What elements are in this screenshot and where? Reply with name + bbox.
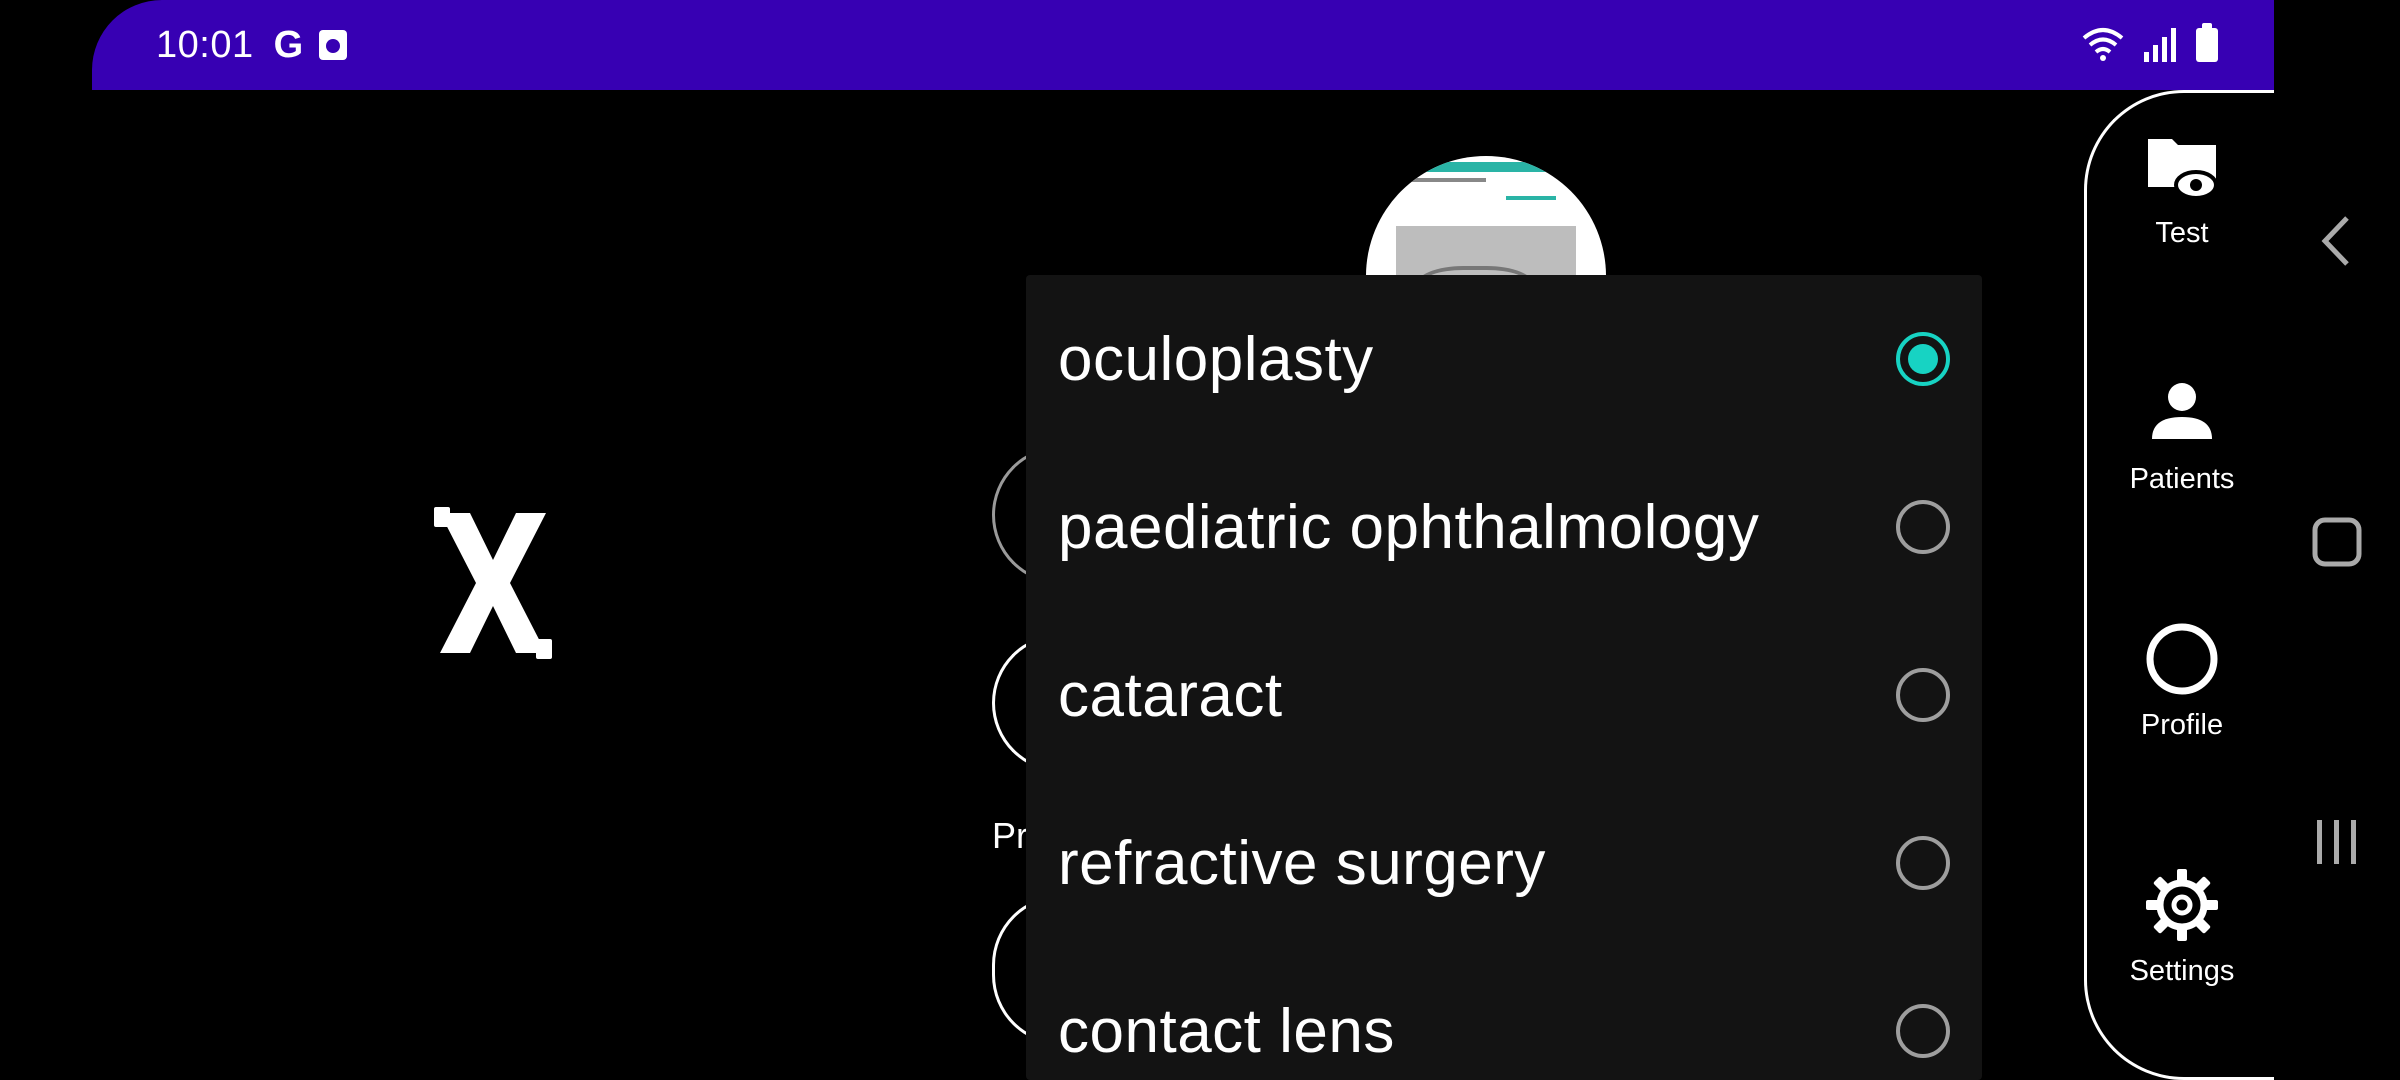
radio-unselected-icon[interactable]	[1896, 668, 1950, 722]
calendar-icon	[319, 30, 348, 60]
gear-icon	[2146, 869, 2218, 941]
nav-label: Profile	[2140, 709, 2224, 741]
option-contact-lens[interactable]: contact lens	[1026, 947, 1982, 1080]
option-label: paediatric ophthalmology	[1058, 492, 1760, 562]
back-button[interactable]	[2274, 214, 2400, 268]
option-oculoplasty[interactable]: oculoplasty	[1026, 275, 1982, 443]
nav-item-patients[interactable]: Patients	[2087, 375, 2277, 496]
specialty-dropdown: oculoplasty paediatric ophthalmology cat…	[1026, 275, 1982, 1080]
option-refractive-surgery[interactable]: refractive surgery	[1026, 779, 1982, 947]
screen: 10:01 G Pr oculoplasty paediatric ophtha…	[0, 0, 2400, 1080]
option-label: refractive surgery	[1058, 828, 1546, 898]
nav-label: Test	[2155, 217, 2209, 249]
radio-unselected-icon[interactable]	[1896, 500, 1950, 554]
option-label: cataract	[1058, 660, 1283, 730]
nav-label: Settings	[2129, 955, 2235, 987]
back-icon	[2321, 216, 2349, 266]
option-paediatric-ophthalmology[interactable]: paediatric ophthalmology	[1026, 443, 1982, 611]
nav-item-profile[interactable]: Profile	[2087, 621, 2277, 742]
image-text-line	[1406, 178, 1486, 182]
nav-label: Patients	[2129, 463, 2235, 495]
radio-selected-icon[interactable]	[1896, 332, 1950, 386]
wifi-icon	[2082, 28, 2124, 61]
folder-eye-icon	[2148, 139, 2218, 200]
field-label: Pr	[992, 815, 1028, 856]
battery-icon	[2196, 23, 2218, 62]
system-navigation	[2274, 90, 2400, 1080]
status-time: 10:01	[156, 23, 254, 66]
status-bar: 10:01 G	[92, 0, 2274, 90]
home-button[interactable]	[2274, 516, 2400, 568]
option-cataract[interactable]: cataract	[1026, 611, 1982, 779]
google-icon: G	[273, 23, 304, 66]
radio-unselected-icon[interactable]	[1896, 836, 1950, 890]
radio-unselected-icon[interactable]	[1896, 1004, 1950, 1058]
nav-item-settings[interactable]: Settings	[2087, 867, 2277, 988]
nav-item-test[interactable]: Test	[2087, 129, 2277, 250]
person-icon	[2152, 383, 2212, 439]
navigation-rail: Test Patients Profile Settings	[2084, 90, 2274, 1080]
close-icon[interactable]	[430, 505, 556, 661]
home-icon	[2312, 517, 2362, 567]
image-header-bar	[1386, 162, 1586, 172]
option-label: oculoplasty	[1058, 324, 1374, 394]
recents-button[interactable]	[2274, 816, 2400, 868]
recents-icon	[2317, 820, 2356, 864]
status-icons	[2082, 23, 2218, 62]
signal-icon	[2144, 28, 2176, 62]
image-text-line	[1506, 196, 1556, 200]
circle-icon	[2146, 623, 2218, 695]
option-label: contact lens	[1058, 996, 1395, 1066]
